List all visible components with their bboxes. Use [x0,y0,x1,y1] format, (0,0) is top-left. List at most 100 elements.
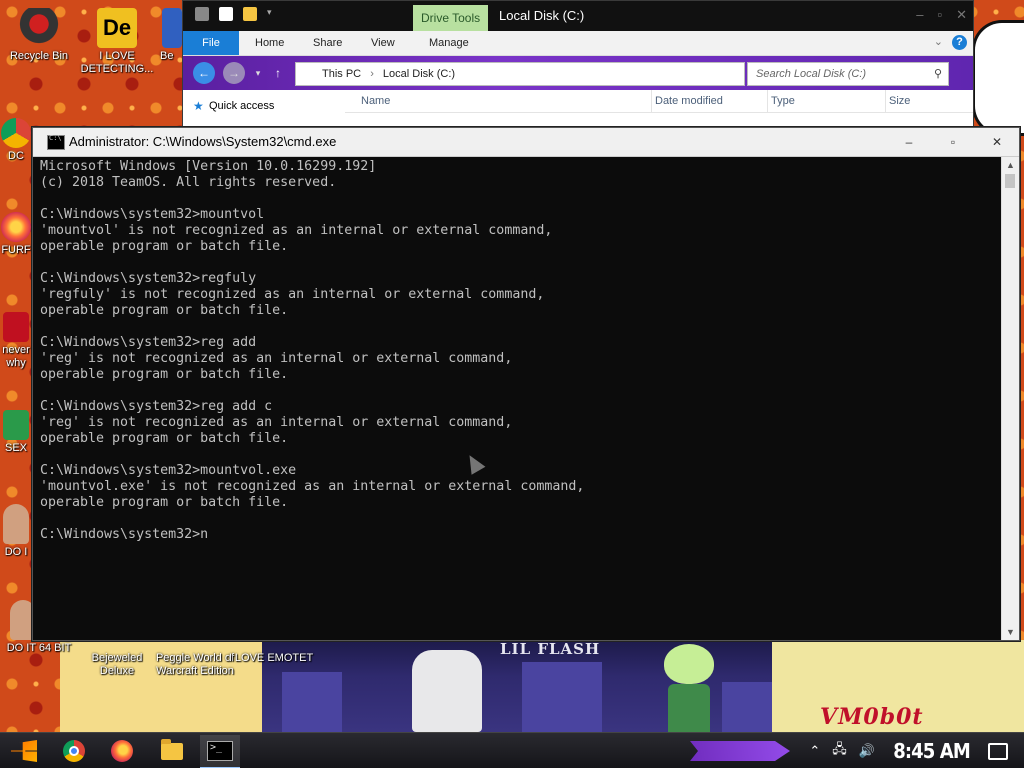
window-controls: – ▫ ✕ [916,7,967,23]
app-icon [3,312,29,342]
app-icon [162,8,182,48]
drive-icon[interactable] [195,7,209,21]
taskbar-app-file-explorer[interactable] [152,735,192,767]
tab-view[interactable]: View [361,31,405,55]
column-header-type[interactable]: Type [765,90,886,112]
minimize-button[interactable]: – [887,128,931,156]
start-button[interactable] [4,735,44,767]
up-button[interactable]: ↑ [267,62,289,84]
desktop-icon-label: Recycle Bin [9,50,69,62]
detective-app-icon: De [97,8,137,48]
close-button[interactable]: ✕ [956,7,967,23]
file-explorer-icon [161,738,183,760]
scrollbar-thumb[interactable] [1005,174,1015,188]
tab-file[interactable]: File [183,31,239,55]
close-button[interactable]: ✕ [975,128,1019,156]
clock[interactable]: 8:45 AM [893,739,970,763]
explorer-titlebar[interactable]: ▾ Drive Tools Local Disk (C:) – ▫ ✕ [183,1,973,31]
desktop-icon-label: I LOVE EMOTET [228,652,314,664]
breadcrumb-item[interactable]: This PC [322,68,361,80]
customize-toolbar-icon[interactable]: ▾ [267,7,281,21]
start-icon [11,740,37,762]
wallpaper-figure [412,650,482,732]
cmd-titlebar[interactable]: Administrator: C:\Windows\System32\cmd.e… [33,128,1019,157]
taskbar-app-firefox[interactable] [102,735,142,767]
tab-manage[interactable]: Manage [419,31,479,55]
address-bar-area: ← → ▾ ↑ This PC › Local Disk (C:) Search… [183,56,973,90]
new-folder-icon[interactable] [243,7,257,21]
column-headers: Name Date modified Type Size [345,90,973,113]
console-output[interactable]: Microsoft Windows [Version 10.0.16299.19… [33,157,1002,543]
recycle-bin-icon [19,8,59,48]
breadcrumb-separator-icon: › [370,68,374,80]
desktop-icon-label: Be [160,50,174,62]
breadcrumb[interactable]: This PC › Local Disk (C:) [295,62,745,86]
wallpaper-art-title: LIL FLASH [500,640,601,658]
forward-button[interactable]: → [223,62,245,84]
network-icon[interactable]: 🖧 [832,740,847,762]
collapse-ribbon-icon[interactable]: ⌄ [934,35,943,48]
window-title: Local Disk (C:) [499,8,585,23]
desktop-icon-peggle[interactable]: Peggle World of Warcraft Edition [152,652,238,678]
tab-share[interactable]: Share [303,31,352,55]
app-icon [3,504,29,544]
nav-item-quick-access[interactable]: Quick access [209,100,274,112]
taskbar: ⌃ 🖧 🔊 8:45 AM [0,732,1024,768]
star-icon: ★ [193,99,204,113]
maximize-button[interactable]: ▫ [937,7,942,23]
wallpaper-decoration [972,20,1024,136]
window-controls: – ▫ ✕ [887,128,1019,156]
search-icon: ⚲ [933,68,942,80]
column-header-size[interactable]: Size [883,90,969,112]
explorer-content: ★ Quick access Name Date modified Type S… [183,90,973,129]
search-input[interactable]: Search Local Disk (C:) ⚲ [747,62,949,86]
recent-locations-button[interactable]: ▾ [247,62,269,84]
wallpaper-character [654,640,724,732]
taskbar-app-cmd[interactable] [200,735,240,768]
back-button[interactable]: ← [193,62,215,84]
show-hidden-icons-icon[interactable]: ⌃ [809,743,820,759]
chrome-icon [63,740,85,762]
scroll-up-icon[interactable]: ▲ [1002,157,1019,173]
window-title: Administrator: C:\Windows\System32\cmd.e… [69,134,337,149]
volume-icon[interactable]: 🔊 [859,743,875,759]
command-prompt-window[interactable]: Administrator: C:\Windows\System32\cmd.e… [32,127,1020,641]
navigation-pane: ★ Quick access [183,90,343,129]
desktop-icon-bejeweled-deluxe[interactable]: Bejeweled Deluxe [78,652,156,678]
desktop-icon-label: DO IT 64 BIT [6,642,72,654]
taskbar-decoration [690,741,790,761]
desktop-icon-label: I LOVE DETECTING... [80,50,154,75]
firefox-shortcut-icon [1,212,31,242]
column-header-name[interactable]: Name [355,90,652,112]
desktop-icon-label: Bejeweled Deluxe [91,652,143,677]
column-header-date-modified[interactable]: Date modified [649,90,768,112]
desktop-icon-be[interactable]: Be [146,8,182,63]
desktop-icon-recycle-bin[interactable]: Recycle Bin [0,8,78,63]
system-tray: ⌃ 🖧 🔊 8:45 AM [803,733,1024,768]
action-center-icon[interactable] [988,742,1008,760]
vertical-scrollbar[interactable]: ▲ ▼ [1001,157,1019,640]
console-area[interactable]: Microsoft Windows [Version 10.0.16299.19… [33,157,1002,640]
tab-home[interactable]: Home [245,31,294,55]
file-explorer-window[interactable]: ▾ Drive Tools Local Disk (C:) – ▫ ✕ File… [182,0,974,130]
cmd-icon [207,741,233,761]
firefox-icon [111,740,133,762]
scroll-down-icon[interactable]: ▼ [1002,624,1019,640]
cmd-app-icon[interactable] [47,134,65,150]
ribbon-tabs: File Home Share View Manage ⌄ ? [183,31,973,56]
desktop-icon-i-love-detecting[interactable]: De I LOVE DETECTING... [78,8,156,76]
maximize-button[interactable]: ▫ [931,128,975,156]
desktop-icon-i-love-emotet[interactable]: I LOVE EMOTET [228,652,314,665]
desktop-icon-label: Peggle World of Warcraft Edition [155,652,235,677]
wallpaper-watermark: VM0b0t [820,704,924,730]
search-placeholder: Search Local Disk (C:) [756,68,867,80]
quick-access-toolbar: ▾ [195,7,281,21]
minimize-button[interactable]: – [916,7,923,23]
help-icon[interactable]: ? [952,35,967,50]
drive-tools-context-tab[interactable]: Drive Tools [413,5,489,31]
taskbar-app-chrome[interactable] [54,735,94,767]
app-icon [3,410,29,440]
chrome-shortcut-icon [1,118,31,148]
properties-icon[interactable] [219,7,233,21]
breadcrumb-item[interactable]: Local Disk (C:) [383,68,455,80]
